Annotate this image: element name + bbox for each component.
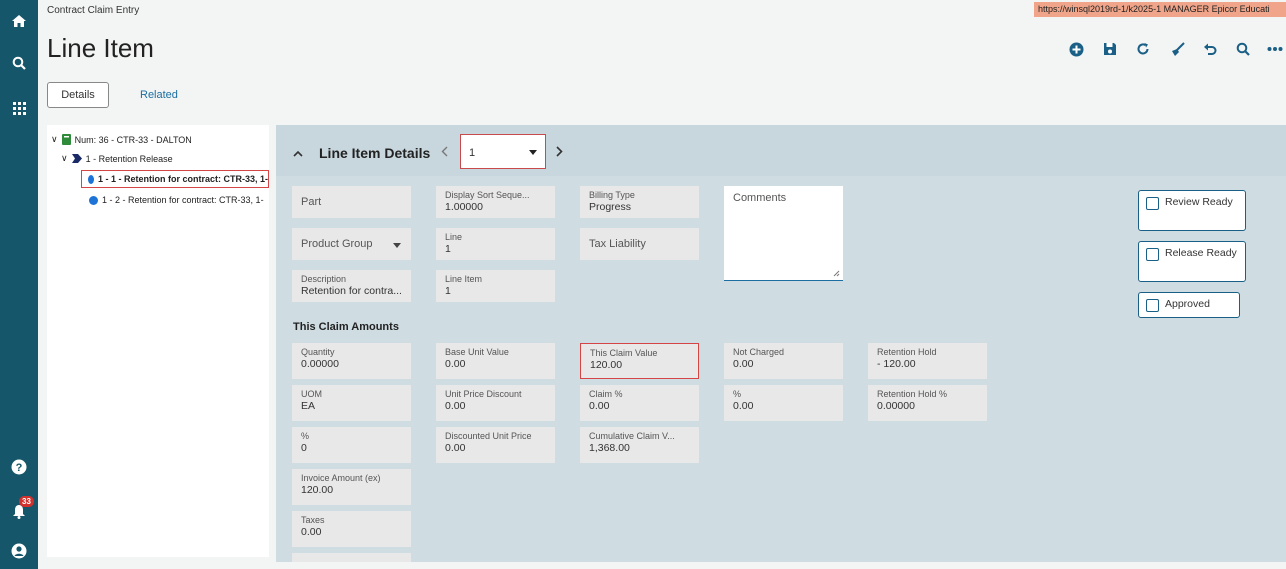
tree-item[interactable]: 1 - 2 - Retention for contract: CTR-33, … — [89, 195, 264, 205]
undo-icon[interactable] — [1201, 40, 1219, 58]
retention-hold-field[interactable]: Retention Hold - 120.00 — [868, 343, 987, 379]
line-field[interactable]: Line 1 — [436, 228, 555, 260]
tree-item-label: 1 - 2 - Retention for contract: CTR-33, … — [102, 195, 264, 205]
chevron-down-icon[interactable]: ∨ — [51, 134, 58, 145]
help-icon[interactable]: ? — [0, 452, 38, 482]
tree-item-selected[interactable]: 1 - 1 - Retention for contract: CTR-33, … — [81, 170, 269, 188]
this-claim-value-field[interactable]: This Claim Value 120.00 — [580, 343, 699, 379]
refresh-icon[interactable] — [1134, 40, 1152, 58]
taxes-field[interactable]: Taxes 0.00 — [292, 511, 411, 547]
line-number-value: 1 — [469, 147, 476, 159]
line-item-field[interactable]: Line Item 1 — [436, 270, 555, 302]
part-field[interactable]: Part — [292, 186, 411, 218]
claim-percent-field[interactable]: Claim % 0.00 — [580, 385, 699, 421]
panel-title: Line Item Details — [319, 145, 431, 161]
checkbox-icon — [1146, 197, 1159, 210]
line-number-select[interactable]: 1 — [460, 134, 546, 169]
user-icon[interactable] — [0, 536, 38, 566]
circle-icon — [89, 195, 98, 205]
clear-icon[interactable] — [1168, 40, 1186, 58]
billing-type-field[interactable]: Billing Type Progress — [580, 186, 699, 218]
release-icon — [71, 154, 82, 163]
tree-item-label: 1 - 1 - Retention for contract: CTR-33, … — [97, 174, 268, 184]
review-ready-checkbox[interactable]: Review Ready — [1138, 190, 1246, 231]
next-field-partial[interactable] — [292, 553, 411, 562]
uom-field[interactable]: UOM EA — [292, 385, 411, 421]
quantity-field[interactable]: Quantity 0.00000 — [292, 343, 411, 379]
tax-liability-field[interactable]: Tax Liability — [580, 228, 699, 260]
line-item-panel: Line Item Details 1 Part Display Sort Se… — [276, 125, 1286, 562]
search-icon[interactable] — [1234, 40, 1252, 58]
tree-panel: ∨ Num: 36 - CTR-33 - DALTON ∨ 1 - Retent… — [47, 125, 269, 557]
tree-root-label: Num: 36 - CTR-33 - DALTON — [74, 134, 192, 145]
svg-text:?: ? — [16, 462, 23, 474]
not-charged-field[interactable]: Not Charged 0.00 — [724, 343, 843, 379]
product-group-select[interactable]: Product Group — [292, 228, 411, 260]
left-nav: ? 33 — [0, 0, 38, 569]
breadcrumb: Contract Claim Entry — [47, 5, 140, 16]
save-icon[interactable] — [1101, 40, 1119, 58]
checkbox-icon — [1146, 248, 1159, 261]
home-icon[interactable] — [0, 6, 38, 36]
section-title: This Claim Amounts — [293, 321, 399, 333]
apps-grid-icon[interactable] — [0, 93, 38, 123]
unit-price-discount-field[interactable]: Unit Price Discount 0.00 — [436, 385, 555, 421]
percent-field[interactable]: % 0.00 — [724, 385, 843, 421]
chevron-up-icon[interactable] — [293, 150, 303, 157]
tree-root[interactable]: ∨ Num: 36 - CTR-33 - DALTON — [51, 134, 192, 145]
more-icon[interactable] — [1266, 40, 1284, 58]
tree-child[interactable]: ∨ 1 - Retention Release — [61, 153, 173, 164]
page-title: Line Item — [47, 33, 154, 63]
tab-related[interactable]: Related — [140, 89, 178, 101]
chevron-down-icon[interactable]: ∨ — [61, 153, 68, 164]
notification-badge: 33 — [19, 496, 34, 507]
add-icon[interactable] — [1067, 40, 1085, 58]
description-field[interactable]: Description Retention for contra... — [292, 270, 411, 302]
chevron-right-icon[interactable] — [556, 146, 563, 157]
discounted-unit-price-field[interactable]: Discounted Unit Price 0.00 — [436, 427, 555, 463]
server-info: https://winsql2019rd-1/k2025-1 MANAGER E… — [1034, 2, 1286, 17]
invoice-amount-field[interactable]: Invoice Amount (ex) 120.00 — [292, 469, 411, 505]
circle-icon — [88, 174, 94, 184]
cumulative-claim-value-field[interactable]: Cumulative Claim V... 1,368.00 — [580, 427, 699, 463]
display-sort-field[interactable]: Display Sort Seque... 1.00000 — [436, 186, 555, 218]
approved-checkbox[interactable]: Approved — [1138, 292, 1240, 318]
search-icon[interactable] — [0, 48, 38, 78]
tab-details[interactable]: Details — [47, 82, 109, 108]
tree-child-label: 1 - Retention Release — [85, 153, 173, 164]
comments-textarea[interactable]: Comments — [724, 186, 843, 281]
book-icon — [61, 134, 71, 145]
release-ready-checkbox[interactable]: Release Ready — [1138, 241, 1246, 282]
checkbox-icon — [1146, 299, 1159, 312]
percent-field-2[interactable]: % 0 — [292, 427, 411, 463]
retention-hold-percent-field[interactable]: Retention Hold % 0.00000 — [868, 385, 987, 421]
panel-header: Line Item Details 1 — [276, 125, 1286, 176]
resize-handle-icon[interactable] — [833, 270, 840, 277]
caret-down-icon — [529, 150, 537, 155]
chevron-left-icon[interactable] — [441, 146, 448, 157]
base-unit-value-field[interactable]: Base Unit Value 0.00 — [436, 343, 555, 379]
caret-down-icon — [393, 243, 401, 248]
